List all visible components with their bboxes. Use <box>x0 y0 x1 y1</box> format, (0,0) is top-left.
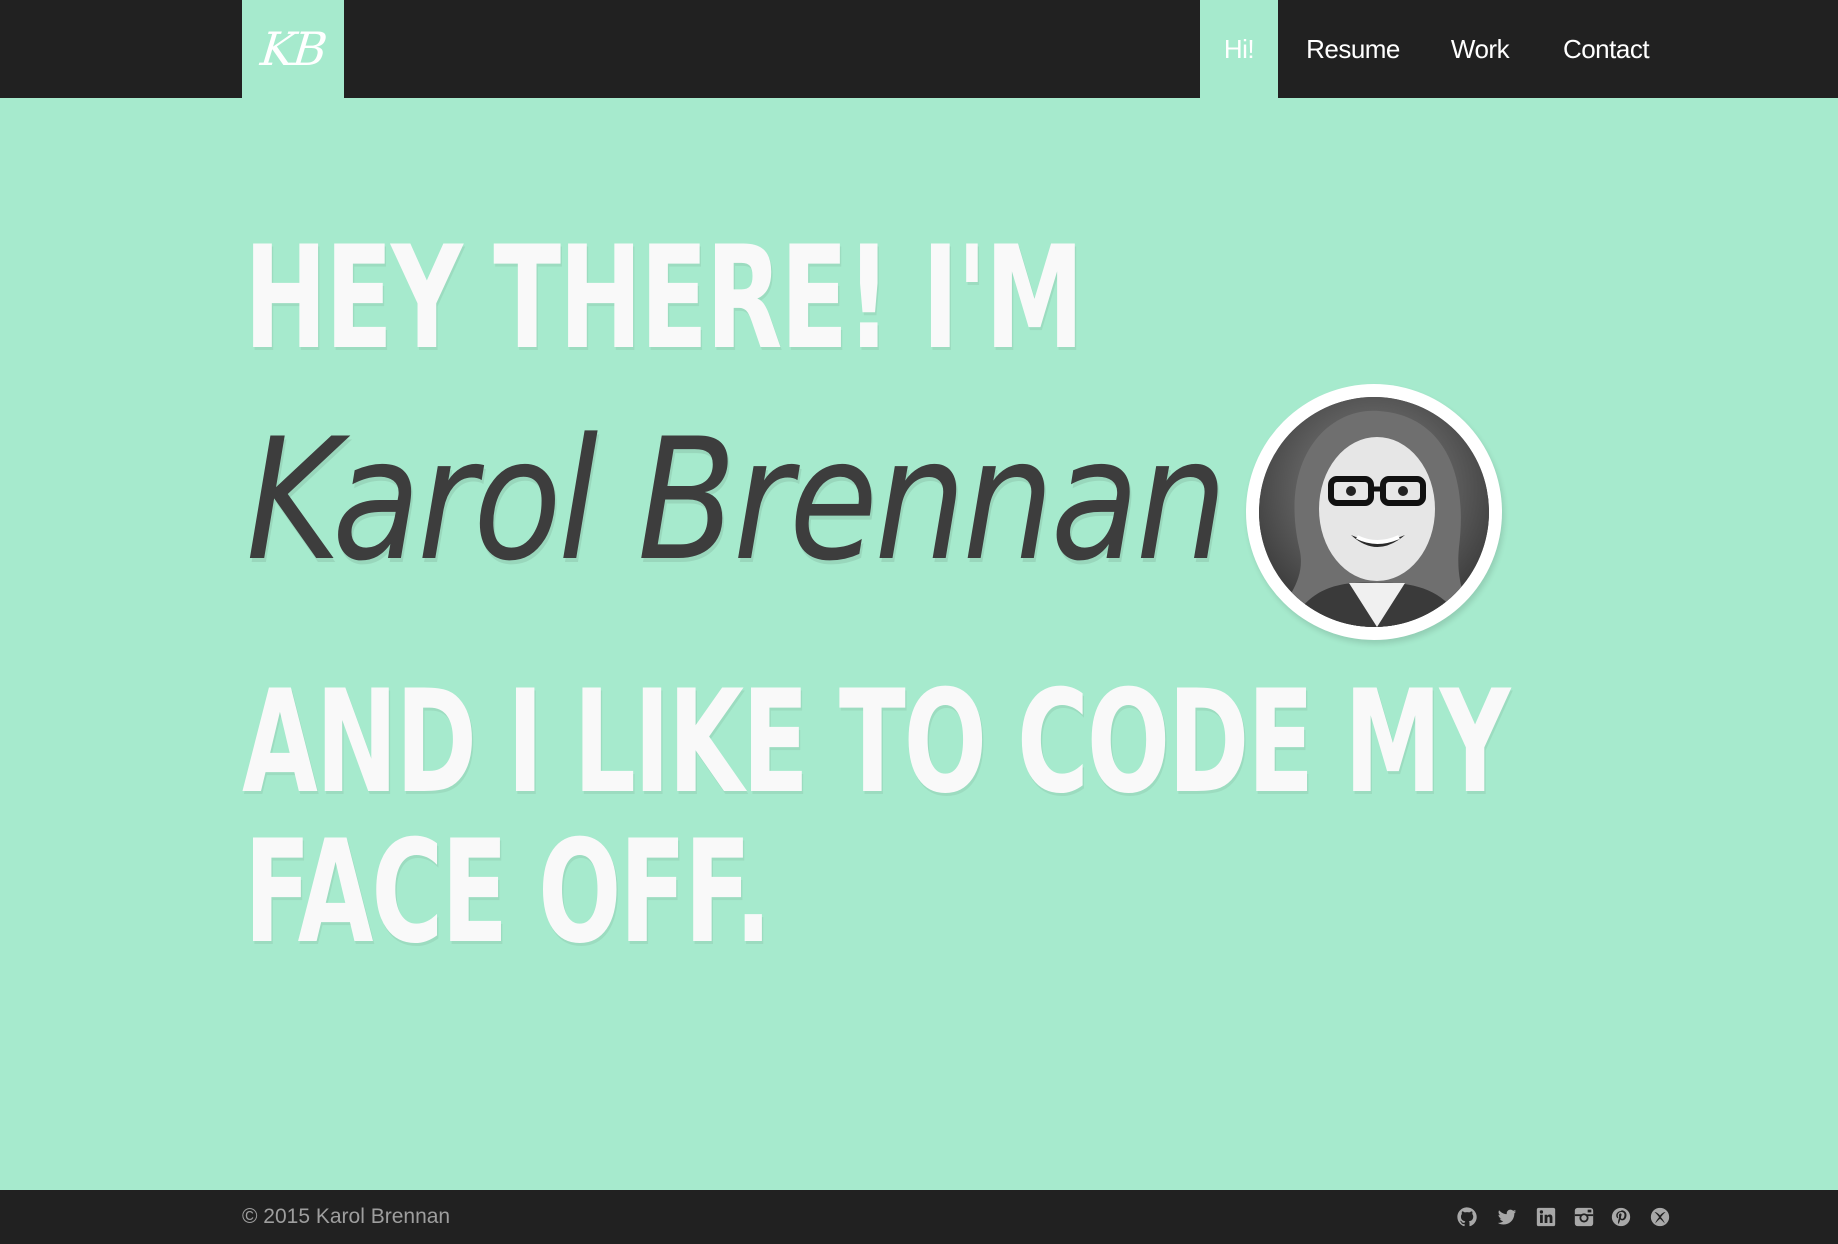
instagram-icon[interactable] <box>1573 1206 1595 1228</box>
avatar <box>1246 384 1502 640</box>
github-icon[interactable] <box>1456 1206 1478 1228</box>
footer: © 2015 Karol Brennan <box>0 1190 1838 1244</box>
profile-photo-icon <box>1259 397 1489 627</box>
nav-item-resume[interactable]: Resume <box>1290 0 1416 98</box>
top-navbar: KB Hi! Resume Work Contact <box>0 0 1838 98</box>
twitter-icon[interactable] <box>1496 1206 1518 1228</box>
hero-tagline-line-1: AND I LIKE TO CODE MY <box>242 660 1511 825</box>
linkedin-icon[interactable] <box>1535 1206 1557 1228</box>
logo-link[interactable]: KB <box>242 0 344 98</box>
nav-item-hi[interactable]: Hi! <box>1200 0 1278 98</box>
logo-text: KB <box>258 22 328 76</box>
hero-name: Karol Brennan <box>246 402 1227 598</box>
xbox-icon[interactable] <box>1649 1206 1671 1228</box>
nav-item-contact[interactable]: Contact <box>1548 0 1664 98</box>
pinterest-icon[interactable] <box>1610 1206 1632 1228</box>
nav-item-work[interactable]: Work <box>1436 0 1524 98</box>
hero-tagline-line-2: FACE OFF. <box>244 810 772 975</box>
hero-greeting: HEY THERE! I'M <box>244 216 1084 381</box>
copyright-text: © 2015 Karol Brennan <box>242 1205 451 1228</box>
